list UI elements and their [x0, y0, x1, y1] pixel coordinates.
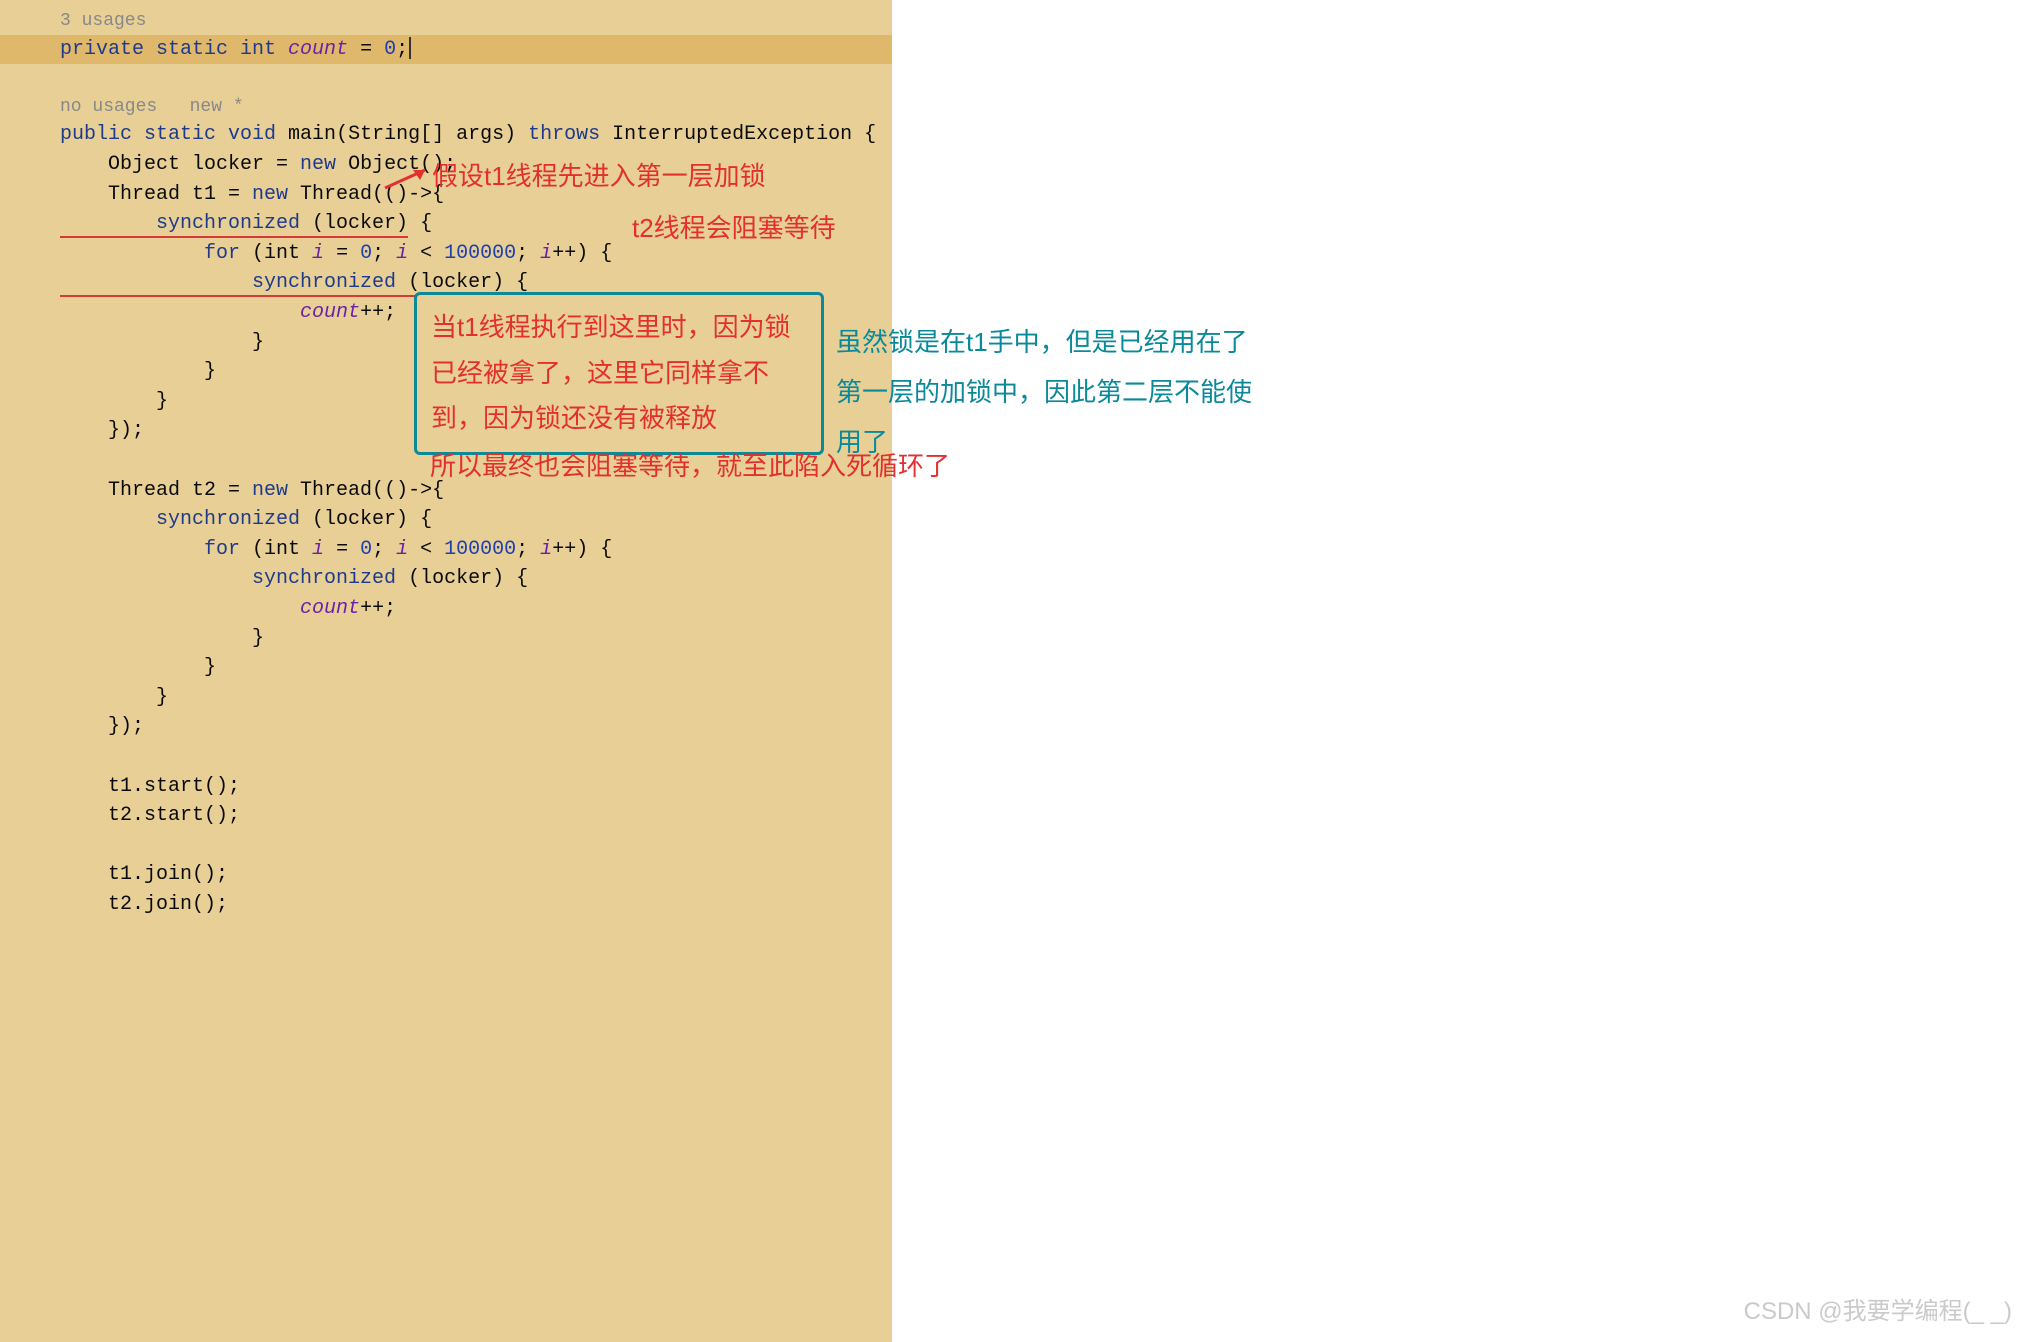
- code-text: (locker) {: [408, 567, 528, 590]
- code-text: <: [408, 538, 444, 561]
- keyword: new: [300, 153, 336, 176]
- annotation-box-deadlock: 当t1线程执行到这里时，因为锁已经被拿了，这里它同样拿不到，因为锁还没有被释放: [414, 292, 824, 455]
- identifier-i: i: [540, 242, 552, 265]
- code-text: ;: [396, 38, 408, 61]
- identifier-count: count: [300, 301, 360, 324]
- code-text: ;: [372, 242, 396, 265]
- identifier-i: i: [312, 538, 324, 561]
- code-text: t1.join();: [60, 863, 228, 886]
- code-text: ++;: [360, 597, 396, 620]
- code-text: Thread(()->{: [288, 479, 444, 502]
- keyword: private static int: [60, 38, 288, 61]
- code-text: }: [60, 331, 264, 354]
- code-line[interactable]: synchronized (locker) {: [0, 564, 892, 594]
- code-text: ;: [516, 242, 540, 265]
- code-text: Thread t2 =: [60, 479, 252, 502]
- annotation-teal-line1: 虽然锁是在t1手中，但是已经用在了: [836, 324, 1248, 362]
- keyword-synchronized: synchronized: [60, 271, 408, 294]
- code-line[interactable]: }: [0, 653, 892, 683]
- identifier-count: count: [300, 597, 360, 620]
- code-line[interactable]: t2.join();: [0, 890, 892, 920]
- method-name: main: [288, 123, 336, 146]
- keyword: new: [252, 183, 288, 206]
- annotation-teal-line2: 第一层的加锁中，因此第二层不能使: [836, 374, 1252, 412]
- code-text: t2.join();: [60, 893, 228, 916]
- code-text: InterruptedException {: [600, 123, 876, 146]
- code-text: (locker): [312, 212, 408, 235]
- code-line[interactable]: }: [0, 683, 892, 713]
- code-text: (int: [252, 242, 312, 265]
- code-text: ;: [516, 538, 540, 561]
- code-text: }: [60, 360, 216, 383]
- code-text: (locker) {: [312, 508, 432, 531]
- code-line[interactable]: t1.join();: [0, 860, 892, 890]
- code-line-field[interactable]: private static int count = 0;: [0, 35, 892, 65]
- code-text: =: [348, 38, 384, 61]
- watermark-text: CSDN @我要学编程(_ _): [1744, 1294, 2012, 1330]
- arrow-icon: [380, 158, 440, 198]
- code-text: }: [60, 656, 216, 679]
- code-text: }: [60, 627, 264, 650]
- keyword: public static void: [60, 123, 288, 146]
- identifier-i: i: [312, 242, 324, 265]
- code-line-blank[interactable]: [0, 64, 892, 94]
- text-caret: [409, 37, 411, 59]
- code-text: <: [408, 242, 444, 265]
- code-text: (locker): [408, 271, 504, 294]
- code-line[interactable]: }: [0, 624, 892, 654]
- annotation-t1-enter: 假设t1线程先进入第一层加锁: [432, 158, 766, 196]
- usages-hint-count: 3 usages: [0, 8, 892, 35]
- code-text: [60, 301, 300, 324]
- code-editor[interactable]: 3 usages private static int count = 0; n…: [0, 0, 892, 1342]
- code-text: }: [60, 686, 168, 709]
- code-text: ++;: [360, 301, 396, 324]
- code-text: =: [324, 242, 360, 265]
- code-text: });: [60, 419, 144, 442]
- identifier-count: count: [288, 38, 348, 61]
- usages-hint-main: no usages new *: [0, 94, 892, 121]
- identifier-i: i: [540, 538, 552, 561]
- code-text: {: [504, 271, 528, 294]
- annotation-final-deadlock: 所以最终也会阻塞等待，就至此陷入死循环了: [430, 448, 950, 486]
- code-line[interactable]: synchronized (locker) {: [0, 505, 892, 535]
- code-text: (int: [252, 538, 312, 561]
- keyword-synchronized: synchronized: [60, 212, 312, 235]
- code-text: {: [408, 212, 432, 235]
- keyword: for: [60, 538, 252, 561]
- code-text: ++) {: [552, 242, 612, 265]
- keyword: new: [252, 479, 288, 502]
- code-line[interactable]: t2.start();: [0, 801, 892, 831]
- code-line[interactable]: for (int i = 0; i < 100000; i++) {: [0, 535, 892, 565]
- keyword: for: [60, 242, 252, 265]
- code-line[interactable]: });: [0, 712, 892, 742]
- identifier-i: i: [396, 538, 408, 561]
- code-line[interactable]: public static void main(String[] args) t…: [0, 120, 892, 150]
- code-line-blank[interactable]: [0, 742, 892, 772]
- number-literal: 100000: [444, 242, 516, 265]
- number-literal: 0: [360, 538, 372, 561]
- keyword-synchronized: synchronized: [60, 567, 408, 590]
- code-text: [60, 597, 300, 620]
- identifier-i: i: [396, 242, 408, 265]
- keyword-synchronized: synchronized: [60, 508, 312, 531]
- code-text: (String[] args): [336, 123, 528, 146]
- number-literal: 0: [360, 242, 372, 265]
- keyword: throws: [528, 123, 600, 146]
- code-text: });: [60, 715, 144, 738]
- code-text: Object locker =: [60, 153, 300, 176]
- code-text: t2.start();: [60, 804, 240, 827]
- code-text: ;: [372, 538, 396, 561]
- code-text: }: [60, 390, 168, 413]
- code-line-blank[interactable]: [0, 831, 892, 861]
- code-line[interactable]: count++;: [0, 594, 892, 624]
- code-line[interactable]: t1.start();: [0, 772, 892, 802]
- code-text: Thread t1 =: [60, 183, 252, 206]
- code-text: =: [324, 538, 360, 561]
- code-text: t1.start();: [60, 775, 240, 798]
- number-literal: 100000: [444, 538, 516, 561]
- number-literal: 0: [384, 38, 396, 61]
- annotation-t2-block: t2线程会阻塞等待: [632, 210, 836, 248]
- code-text: ++) {: [552, 538, 612, 561]
